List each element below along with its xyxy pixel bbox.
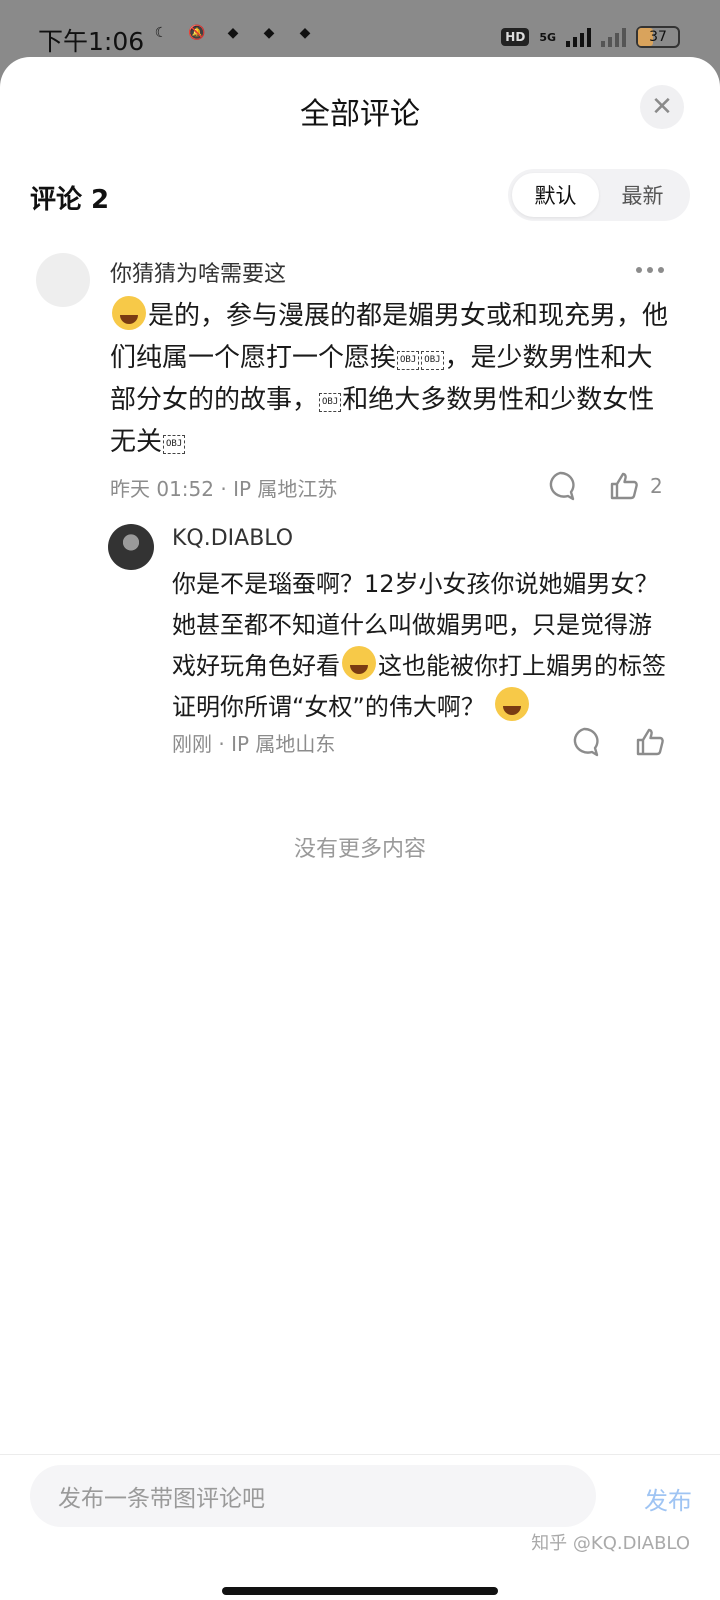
obj-placeholder: OBJ — [163, 435, 186, 454]
close-button[interactable]: ✕ — [640, 85, 684, 129]
status-time: 下午1:06 — [38, 27, 145, 56]
sort-toggle: 默认 最新 — [508, 169, 690, 221]
watermark: 知乎 @KQ.DIABLO — [531, 1533, 690, 1554]
no-more-content: 没有更多内容 — [293, 837, 426, 862]
reply-author[interactable]: KQ.DIABLO — [172, 526, 293, 551]
network-type: 5G — [539, 30, 556, 44]
reply-text: 你是不是瑙蚕啊？12岁小女孩你说她媚男女？她甚至都不知道什么叫做媚男吧，只是觉得… — [172, 570, 666, 721]
moon-icon: ☾ — [154, 25, 168, 41]
avatar[interactable] — [36, 253, 90, 307]
battery-icon: 37 — [636, 26, 680, 48]
sort-latest-tab[interactable]: 最新 — [599, 173, 686, 217]
reply-button[interactable] — [568, 726, 600, 758]
avatar[interactable] — [108, 524, 154, 570]
status-icons-right: HD 5G 37 — [501, 26, 680, 48]
mute-bell-icon: 🔕 — [188, 25, 206, 41]
hd-badge: HD — [501, 28, 530, 46]
comment-text: 是的，参与漫展的都是媚男女或和现充男，他们纯属一个愿打一个愿挨 OBJ OBJ ，是少… — [110, 295, 670, 463]
signal-icon — [566, 27, 591, 47]
home-indicator[interactable] — [222, 1587, 498, 1595]
grin-emoji-icon — [494, 687, 529, 721]
thumbs-up-icon — [636, 728, 664, 756]
battery-level: 37 — [649, 29, 667, 45]
signal-off-icon — [601, 27, 626, 47]
like-button[interactable] — [634, 726, 666, 758]
reply-button[interactable] — [544, 470, 576, 502]
like-count: 2 — [650, 474, 663, 498]
more-options-icon[interactable] — [636, 267, 664, 273]
publish-button[interactable]: 发布 — [644, 1481, 692, 1516]
like-button[interactable]: 2 — [608, 470, 663, 502]
reply-meta: 刚刚 · IP 属地山东 — [172, 732, 336, 756]
status-icons-left: ☾ 🔕 ◆ ◆ ◆ — [150, 22, 316, 44]
app-notification-icon: ◆ — [263, 25, 275, 41]
app-notification-icon: ◆ — [299, 25, 311, 41]
comment-input[interactable]: 发布一条带图评论吧 — [30, 1465, 596, 1527]
obj-placeholder: OBJ — [397, 351, 420, 370]
grin-emoji-icon — [342, 646, 376, 680]
app-notification-icon: ◆ — [227, 25, 239, 41]
thumbs-up-icon — [610, 472, 638, 500]
divider — [0, 1454, 720, 1455]
emoji-icon — [112, 296, 146, 330]
close-icon: ✕ — [651, 92, 673, 122]
obj-placeholder: OBJ — [421, 351, 444, 370]
comment-bubble-icon — [573, 727, 599, 757]
comment-meta: 昨天 01:52 · IP 属地江苏 — [110, 477, 338, 501]
sort-default-tab[interactable]: 默认 — [512, 173, 599, 217]
comment-bubble-icon — [549, 471, 575, 501]
comment-count: 评论 2 — [30, 185, 110, 215]
comment-author[interactable]: 你猜猜为啥需要这 — [110, 256, 286, 288]
sheet-title: 全部评论 — [300, 97, 420, 132]
obj-placeholder: OBJ — [319, 393, 342, 412]
comments-sheet: 全部评论 ✕ 评论 2 默认 最新 你猜猜为啥需要这 是的，参与漫展的都是媚男女… — [0, 57, 720, 1600]
